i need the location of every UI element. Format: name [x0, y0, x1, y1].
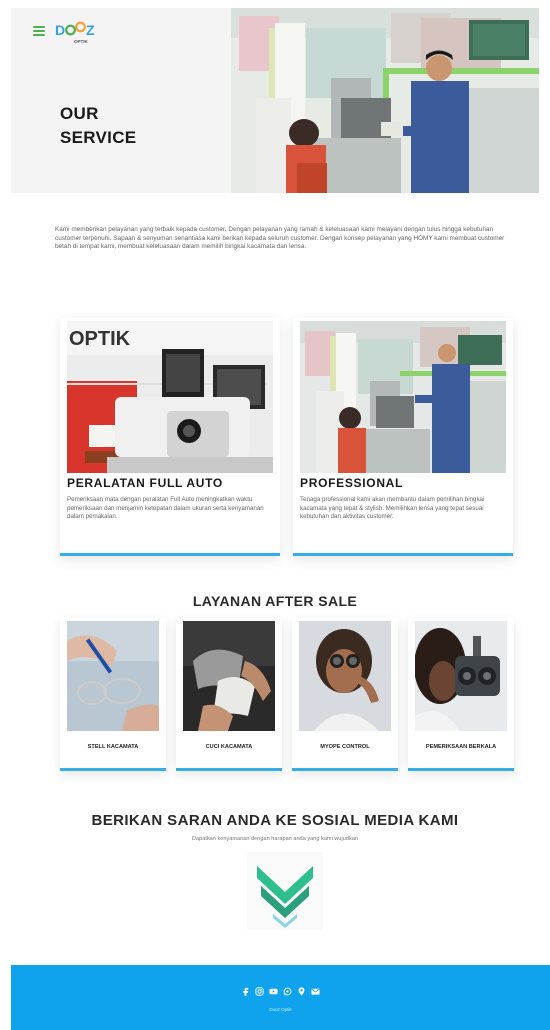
svg-text:Z: Z	[86, 22, 95, 38]
chevron-down-icon[interactable]	[247, 852, 323, 930]
dooz-logo[interactable]: D Z OPTIK	[55, 20, 105, 51]
card-accent-bar	[60, 553, 280, 556]
facebook-icon[interactable]	[241, 987, 250, 996]
svg-text:OPTIK: OPTIK	[74, 39, 89, 44]
hero-photo-eye-exam	[231, 8, 539, 193]
service-image-professional-staff	[300, 321, 506, 473]
page-title: OUR SERVICE	[60, 104, 137, 147]
card-accent-bar	[293, 553, 513, 556]
card-accent-bar	[408, 768, 514, 771]
aftersale-image-phoropter	[415, 621, 507, 731]
aftersale-card-myope-control[interactable]: MYOPE CONTROL	[292, 618, 398, 771]
service-description: Tenaga professional kami akan membantu d…	[300, 496, 485, 521]
card-accent-bar	[60, 768, 166, 771]
intro-paragraph: Kami memberikan pelayanan yang terbaik k…	[55, 226, 505, 250]
footer: Dooz Optik	[11, 965, 550, 1030]
aftersale-card-cuci-kacamata[interactable]: CUCI KACAMATA	[176, 618, 282, 771]
aftersale-card-pemeriksaan-berkala[interactable]: PEMERIKSAAN BERKALA	[408, 618, 514, 771]
aftersale-image-eye-test	[299, 621, 391, 731]
aftersale-label: MYOPE CONTROL	[320, 744, 370, 750]
card-accent-bar	[292, 768, 398, 771]
social-subtitle: Dapatkan kenyamanan dengan harapan anda …	[191, 836, 359, 842]
hamburger-menu-icon[interactable]	[33, 26, 45, 36]
location-icon[interactable]	[297, 987, 306, 996]
aftersale-heading: LAYANAN AFTER SALE	[192, 593, 358, 609]
footer-brand[interactable]: Dooz Optik	[11, 1007, 550, 1012]
instagram-icon[interactable]	[255, 987, 264, 996]
service-title: PROFESSIONAL	[300, 476, 404, 490]
footer-social-icons	[11, 987, 550, 996]
optik-sign-text: OPTIK	[69, 328, 131, 350]
youtube-icon[interactable]	[269, 987, 278, 996]
aftersale-label: PEMERIKSAAN BERKALA	[425, 744, 497, 750]
hero-banner: D Z OPTIK OUR SERVICE	[11, 8, 539, 193]
service-title: PERALATAN FULL AUTO	[67, 476, 223, 490]
aftersale-image-glasses-cleaning	[183, 621, 275, 731]
aftersale-card-stell-kacamata[interactable]: STELL KACAMATA	[60, 618, 166, 771]
card-accent-bar	[176, 768, 282, 771]
aftersale-label: STELL KACAMATA	[87, 744, 139, 750]
service-description: Pemeriksaan mata dengan peralatan Full A…	[67, 496, 264, 521]
aftersale-image-glasses-adjust	[67, 621, 159, 731]
email-icon[interactable]	[311, 987, 320, 996]
svg-text:D: D	[55, 22, 65, 38]
whatsapp-icon[interactable]	[283, 987, 292, 996]
service-image-auto-refractometer: OPTIK	[67, 321, 273, 473]
aftersale-label: CUCI KACAMATA	[205, 744, 253, 750]
service-card-full-auto[interactable]: OPTIK PERALATAN FULL AUTO Pemeriksaan ma…	[60, 318, 280, 556]
social-heading: BERIKAN SARAN ANDA KE SOSIAL MEDIA KAMI	[91, 812, 459, 829]
service-card-professional[interactable]: PROFESSIONAL Tenaga professional kami ak…	[293, 318, 513, 556]
